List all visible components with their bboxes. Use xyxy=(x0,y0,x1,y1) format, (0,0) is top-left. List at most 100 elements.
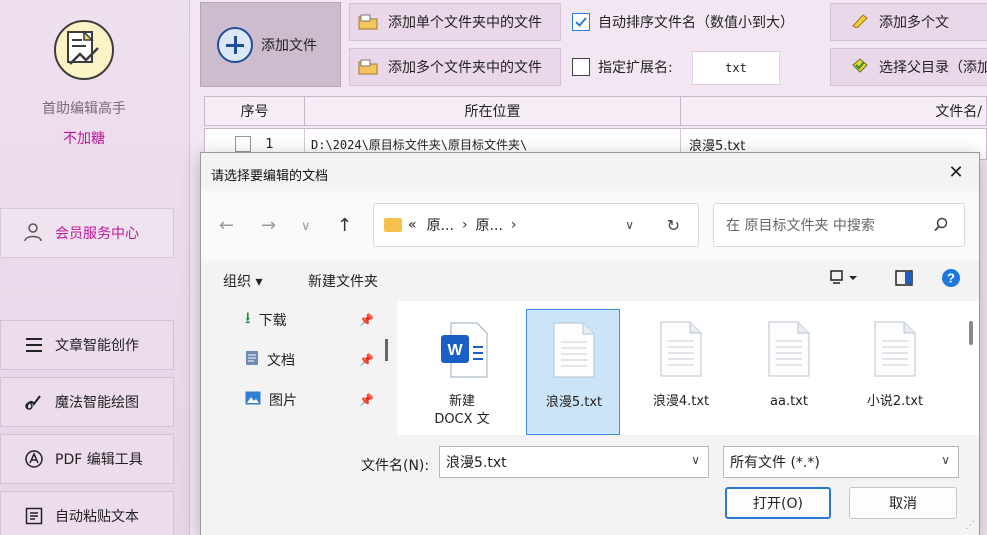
check-shield-icon xyxy=(851,57,869,77)
text-file-icon xyxy=(768,321,810,377)
file-item-selected[interactable]: 浪漫5.txt xyxy=(526,309,620,435)
add-multi-folder-button[interactable]: 添加多个文件夹中的文件 xyxy=(349,48,561,86)
dialog-nav-bar: ← → ∨ ↑ « 原... › 原... › ∨ ↻ 在 原目标文件夹 中搜索 xyxy=(201,191,979,261)
address-dropdown-icon[interactable]: ∨ xyxy=(625,218,634,232)
address-bar[interactable]: « 原... › 原... › ∨ ↻ xyxy=(373,203,699,247)
file-item[interactable]: aa.txt xyxy=(742,309,836,435)
organize-menu[interactable]: 组织 ▾ xyxy=(223,271,262,291)
pin-icon[interactable]: 📌 xyxy=(359,353,374,367)
forward-arrow-icon[interactable]: → xyxy=(261,215,276,236)
row-index: 1 xyxy=(265,136,274,152)
pin-icon[interactable]: 📌 xyxy=(359,393,374,407)
file-type-value: 所有文件 (*.*) xyxy=(730,455,820,471)
word-doc-icon: W xyxy=(441,321,488,378)
column-header-filename[interactable]: 文件名/ xyxy=(681,97,986,125)
chevron-down-icon[interactable]: ∨ xyxy=(691,453,700,467)
nav-item-label: 图片 xyxy=(269,393,297,409)
sidebar-item-label: 自动粘贴文本 xyxy=(55,509,139,525)
sidebar-item-auto-paste[interactable]: 自动粘贴文本 xyxy=(0,491,174,535)
app-logo-icon xyxy=(54,20,114,80)
chevron-right-icon: › xyxy=(510,217,517,233)
add-multi-files-button[interactable]: 添加多个文 xyxy=(830,3,987,41)
search-box[interactable]: 在 原目标文件夹 中搜索 xyxy=(713,203,965,247)
file-name-line: 新建 xyxy=(448,394,475,409)
back-arrow-icon[interactable]: ← xyxy=(219,215,234,236)
dialog-footer: 文件名(N): 浪漫5.txt ∨ 所有文件 (*.*) ∨ 打开(O) 取消 … xyxy=(201,435,979,535)
ext-checkbox[interactable]: 指定扩展名: xyxy=(572,48,673,86)
dialog-title: 请选择要编辑的文档 xyxy=(211,169,329,184)
sidebar: 首助编辑高手 不加糖 会员服务中心 文章智能创作 魔法智能绘图 PDF 编辑工具… xyxy=(0,0,190,535)
file-name: 新建 DOCX 文 xyxy=(415,393,509,429)
select-parent-dir-button[interactable]: 选择父目录（添加 xyxy=(830,48,987,86)
sidebar-item-article-writing[interactable]: 文章智能创作 xyxy=(0,320,174,370)
app-subtitle: 不加糖 xyxy=(63,131,105,147)
sidebar-item-magic-drawing[interactable]: 魔法智能绘图 xyxy=(0,377,174,427)
nav-item-label: 文档 xyxy=(267,353,295,369)
new-folder-button[interactable]: 新建文件夹 xyxy=(308,271,378,291)
text-file-icon xyxy=(553,322,595,378)
folder-add-icon xyxy=(358,14,378,30)
checkmark-icon xyxy=(572,13,590,31)
pdf-tool-icon xyxy=(23,448,45,470)
nav-item-documents[interactable]: 文档 xyxy=(245,347,295,373)
row-checkbox[interactable] xyxy=(235,136,252,152)
folder-icon xyxy=(384,218,402,232)
ext-label: 指定扩展名: xyxy=(598,60,673,76)
auto-sort-checkbox[interactable]: 自动排序文件名（数值小到大） xyxy=(572,3,794,41)
file-name: 小说2.txt xyxy=(848,393,942,411)
extension-input[interactable]: txt xyxy=(692,51,780,85)
column-header-location[interactable]: 所在位置 xyxy=(305,97,681,125)
add-multi-folder-label: 添加多个文件夹中的文件 xyxy=(388,60,542,76)
sidebar-item-label: 文章智能创作 xyxy=(55,338,139,354)
file-name-line: 浪漫5.txt xyxy=(545,395,603,410)
user-icon xyxy=(23,222,45,244)
add-file-button[interactable]: 添加文件 xyxy=(200,2,341,87)
dialog-command-bar: 组织 ▾ 新建文件夹 ? xyxy=(201,261,979,301)
address-part[interactable]: 原... xyxy=(476,215,503,235)
up-arrow-icon[interactable]: ↑ xyxy=(337,215,352,236)
add-single-folder-button[interactable]: 添加单个文件夹中的文件 xyxy=(349,3,561,41)
sidebar-item-label: 魔法智能绘图 xyxy=(55,395,139,411)
file-item-docx[interactable]: W 新建 DOCX 文 xyxy=(415,309,509,435)
address-part[interactable]: 原... xyxy=(427,215,454,235)
add-single-folder-label: 添加单个文件夹中的文件 xyxy=(388,15,542,31)
file-item[interactable]: 小说2.txt xyxy=(848,309,942,435)
file-name-line: 浪漫4.txt xyxy=(652,394,710,409)
resize-grip-icon[interactable]: ⋰ xyxy=(965,520,975,531)
nav-item-pictures[interactable]: 图片 xyxy=(245,387,297,413)
close-icon[interactable]: ✕ xyxy=(941,159,971,185)
file-type-select[interactable]: 所有文件 (*.*) ∨ xyxy=(723,446,959,478)
search-icon[interactable] xyxy=(934,216,948,235)
chevron-right-icon: › xyxy=(461,217,468,233)
pictures-icon xyxy=(245,391,261,409)
file-name-line: DOCX 文 xyxy=(434,412,490,427)
sidebar-item-pdf-tools[interactable]: PDF 编辑工具 xyxy=(0,434,174,484)
filename-input[interactable]: 浪漫5.txt ∨ xyxy=(439,446,709,478)
brush-icon xyxy=(23,391,45,413)
file-item[interactable]: 浪漫4.txt xyxy=(634,309,728,435)
help-icon[interactable]: ? xyxy=(941,268,961,292)
cancel-button[interactable]: 取消 xyxy=(849,487,957,519)
sidebar-item-label: PDF 编辑工具 xyxy=(55,452,143,468)
open-file-dialog: 请选择要编辑的文档 ✕ ← → ∨ ↑ « 原... › 原... › ∨ ↻ … xyxy=(200,152,980,535)
file-list-scrollbar[interactable] xyxy=(969,321,973,345)
nav-item-label: 下载 xyxy=(258,313,287,329)
file-table-header: 序号 所在位置 文件名/ xyxy=(204,96,987,126)
preview-pane-icon[interactable] xyxy=(895,270,913,290)
recent-chevron-icon[interactable]: ∨ xyxy=(301,219,311,234)
file-list: W 新建 DOCX 文 浪漫5.txt 浪漫4.txt aa.txt 小说2.t… xyxy=(397,301,979,435)
file-name: 浪漫5.txt xyxy=(527,394,621,412)
address-overflow[interactable]: « xyxy=(408,217,417,233)
member-center-button[interactable]: 会员服务中心 xyxy=(0,208,174,258)
nav-item-downloads[interactable]: ⭳ 下载 xyxy=(245,307,287,333)
refresh-icon[interactable]: ↻ xyxy=(667,216,680,235)
pin-icon[interactable]: 📌 xyxy=(359,313,374,327)
file-name: 浪漫4.txt xyxy=(634,393,728,411)
nav-scrollbar[interactable] xyxy=(385,339,388,361)
chevron-down-icon[interactable]: ∨ xyxy=(941,453,950,467)
column-header-index[interactable]: 序号 xyxy=(205,97,305,125)
open-button[interactable]: 打开(O) xyxy=(725,487,831,519)
view-options-icon[interactable] xyxy=(829,269,859,291)
menu-lines-icon xyxy=(23,334,45,356)
app-name: 首助编辑高手 xyxy=(42,101,126,117)
